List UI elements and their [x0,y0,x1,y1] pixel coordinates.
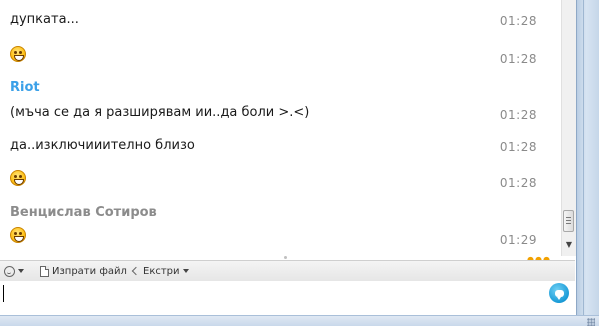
laughing-emoticon-icon [10,227,26,243]
resize-grip-icon[interactable] [587,318,595,326]
smiley-icon [4,265,15,277]
emoticon-button[interactable] [4,264,24,278]
extras-label: Екстри [143,265,180,277]
message-text: дупката... [10,12,79,27]
file-icon [40,265,49,277]
message-timestamp: 01:28 [499,176,537,190]
conversation-scrollbar[interactable]: ▼ [561,0,576,256]
window-frame [576,0,599,326]
send-message-button[interactable] [549,283,569,303]
sender-name[interactable]: Riot [10,80,40,95]
extras-icon [132,267,140,275]
send-file-label: Изпрати файл [52,265,127,277]
chat-bubble-icon [554,289,564,300]
chevron-down-icon [182,269,189,273]
message-timestamp: 01:28 [499,108,537,122]
send-file-button[interactable]: Изпрати файл [40,264,127,278]
window-bottom-border [0,315,599,326]
composer-toolbar: Изпрати файл Екстри [0,260,575,282]
scroll-down-arrow-icon[interactable]: ▼ [562,238,576,252]
text-cursor [3,285,4,302]
message-text: да..изключииително близо [10,138,195,153]
laughing-emoticon-icon [10,170,26,186]
message-timestamp: 01:28 [499,52,537,66]
message-timestamp: 01:29 [499,233,537,247]
message-timestamp: 01:28 [499,14,537,28]
extras-button[interactable]: Екстри [132,264,189,278]
conversation-history: дупката... 01:28 01:28 Riot (мъча се да … [0,0,559,258]
scrollbar-thumb[interactable] [563,210,574,232]
message-text: (мъча се да я разширявам ии..да боли >.<… [10,105,310,120]
laughing-emoticon-icon [10,46,26,62]
splitter-handle[interactable] [284,256,287,259]
chevron-down-icon [18,269,24,273]
chat-window: дупката... 01:28 01:28 Riot (мъча се да … [0,0,599,326]
message-input[interactable] [0,281,575,315]
sender-name[interactable]: Венцислав Сотиров [10,205,157,220]
message-timestamp: 01:28 [499,140,537,154]
